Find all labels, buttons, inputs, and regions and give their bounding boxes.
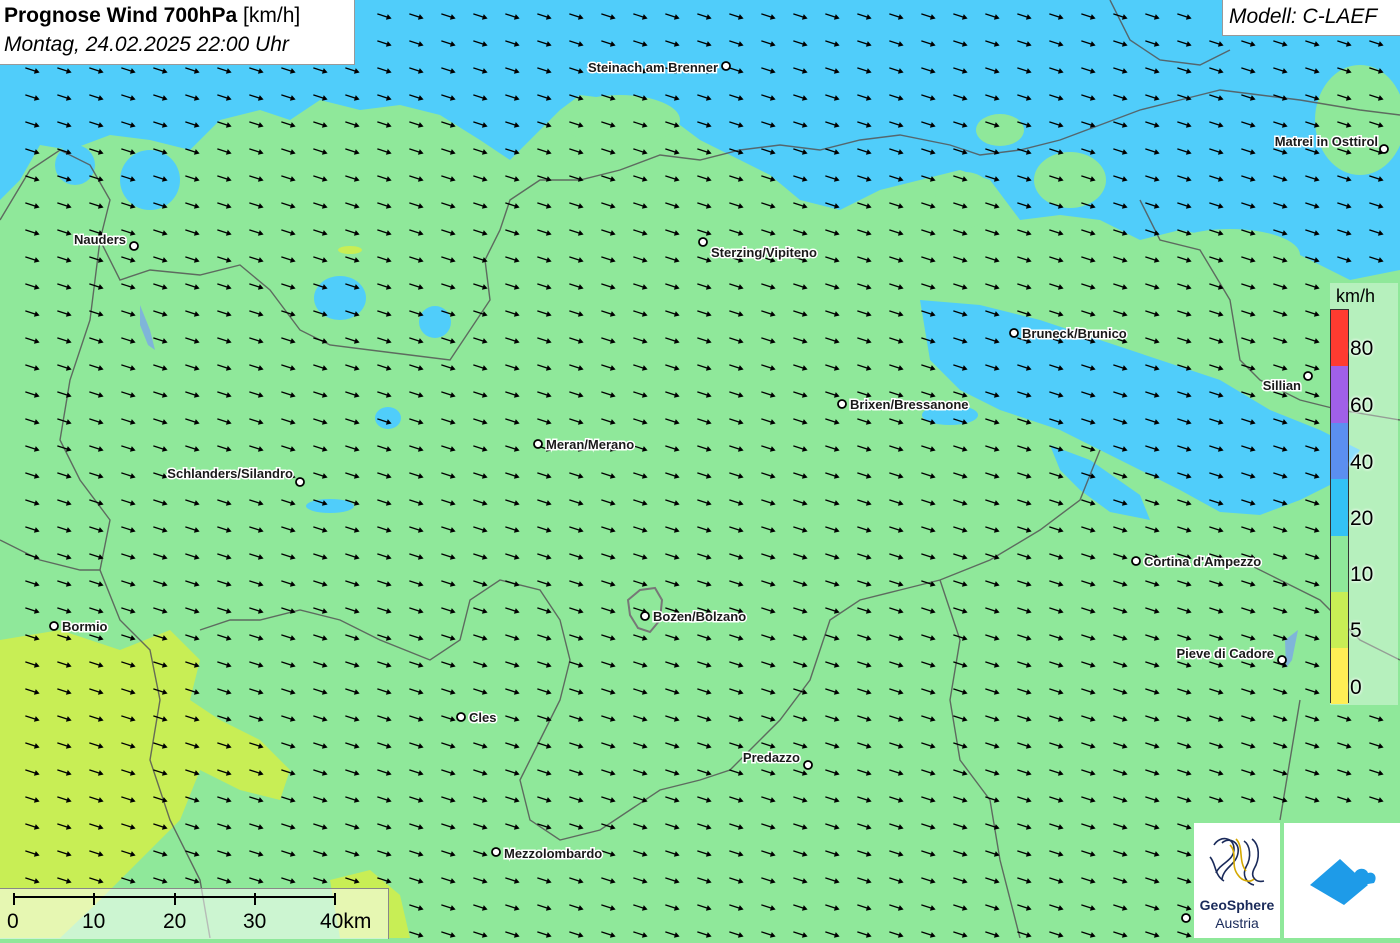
geosphere-name: GeoSphere xyxy=(1199,897,1275,913)
scale-bar: 0 10 20 30 40km xyxy=(0,888,389,939)
geosphere-country: Austria xyxy=(1215,915,1259,931)
wind-patch xyxy=(976,114,1024,146)
svg-text:Cles: Cles xyxy=(469,710,496,725)
legend-label-80: 80 xyxy=(1350,337,1374,360)
legend-label-5: 5 xyxy=(1350,619,1362,642)
color-legend: km/h 80 60 40 20 10 5 0 xyxy=(1330,283,1398,705)
svg-text:Cortina d'Ampezzo: Cortina d'Ampezzo xyxy=(1144,554,1261,569)
city-bozen[interactable]: Bozen/Bolzano xyxy=(640,608,748,626)
svg-text:Meran/Merano: Meran/Merano xyxy=(546,437,634,452)
wind-patch xyxy=(1070,221,1110,253)
svg-text:Mezzolombardo: Mezzolombardo xyxy=(504,846,602,861)
svg-text:Bruneck/Brunico: Bruneck/Brunico xyxy=(1022,326,1127,341)
wind-patch xyxy=(375,407,401,429)
geosphere-logo[interactable]: GeoSphere Austria xyxy=(1194,823,1280,938)
model-label: Modell: C-LAEF xyxy=(1229,5,1378,28)
svg-text:Brixen/Bressanone: Brixen/Bressanone xyxy=(850,397,969,412)
legend-label-20: 20 xyxy=(1350,507,1374,530)
svg-text:Sillian: Sillian xyxy=(1263,378,1301,393)
map-title-unit: [km/h] xyxy=(243,4,301,27)
legend-swatch xyxy=(1331,592,1348,648)
svg-text:Pieve di Cadore: Pieve di Cadore xyxy=(1176,646,1274,661)
wind-patch xyxy=(120,150,180,210)
legend-swatch xyxy=(1331,423,1348,479)
svg-text:Schlanders/Silandro: Schlanders/Silandro xyxy=(167,466,293,481)
svg-text:Sterzing/Vipiteno: Sterzing/Vipiteno xyxy=(711,245,817,260)
map-title-box: Prognose Wind 700hPa [km/h] Montag, 24.0… xyxy=(0,0,355,65)
legend-label-10: 10 xyxy=(1350,563,1374,586)
legend-label-0: 0 xyxy=(1350,676,1362,699)
scale-label-10: 10 xyxy=(82,910,106,933)
mountain-cloud-logo-icon xyxy=(1310,859,1376,905)
model-box: Modell: C-LAEF xyxy=(1222,0,1400,36)
legend-swatch xyxy=(1331,536,1348,592)
scale-label-40km: 40km xyxy=(320,910,372,933)
svg-text:Bozen/Bolzano: Bozen/Bolzano xyxy=(653,609,746,624)
wind-patch xyxy=(306,499,354,513)
svg-text:Nauders: Nauders xyxy=(74,232,126,247)
wind-patch xyxy=(560,95,680,145)
legend-swatch xyxy=(1331,366,1348,423)
svg-text:Matrei in Osttirol: Matrei in Osttirol xyxy=(1275,134,1378,149)
svg-text:Predazzo: Predazzo xyxy=(743,750,800,765)
wind-patch xyxy=(1160,229,1300,281)
wind-patch xyxy=(1034,152,1106,208)
wind-patch xyxy=(419,306,451,338)
city-mezzolombardo[interactable]: Mezzolombardo xyxy=(491,845,604,863)
city-marker-unnamed xyxy=(1181,913,1191,923)
svg-text:Bormio: Bormio xyxy=(62,619,108,634)
legend-label-60: 60 xyxy=(1350,394,1374,417)
legend-swatch xyxy=(1331,479,1348,536)
legend-color-bar xyxy=(1330,309,1349,704)
map-title: Prognose Wind 700hPa [km/h] xyxy=(4,4,300,28)
city-meran[interactable]: Meran/Merano xyxy=(533,436,636,454)
map-title-main: Prognose Wind 700hPa xyxy=(4,4,238,27)
legend-swatch xyxy=(1331,310,1348,366)
partner-logo[interactable] xyxy=(1284,823,1400,938)
city-brixen[interactable]: Brixen/Bressanone xyxy=(837,396,970,414)
geosphere-mark-icon xyxy=(1209,837,1265,886)
scale-label-30: 30 xyxy=(243,910,267,933)
map-datetime: Montag, 24.02.2025 22:00 Uhr xyxy=(4,33,289,56)
svg-text:Steinach am Brenner: Steinach am Brenner xyxy=(588,60,718,75)
legend-label-40: 40 xyxy=(1350,451,1374,474)
legend-unit: km/h xyxy=(1336,286,1376,306)
wind-patch xyxy=(338,246,362,254)
wind-map[interactable]: Steinach am Brenner Matrei in Osttirol N… xyxy=(0,0,1400,938)
city-cortina[interactable]: Cortina d'Ampezzo xyxy=(1131,553,1263,571)
legend-swatch xyxy=(1331,648,1348,704)
city-bruneck[interactable]: Bruneck/Brunico xyxy=(1009,325,1128,343)
city-steinach[interactable]: Steinach am Brenner xyxy=(586,59,731,77)
scale-label-20: 20 xyxy=(163,910,187,933)
scale-label-0: 0 xyxy=(7,910,19,933)
